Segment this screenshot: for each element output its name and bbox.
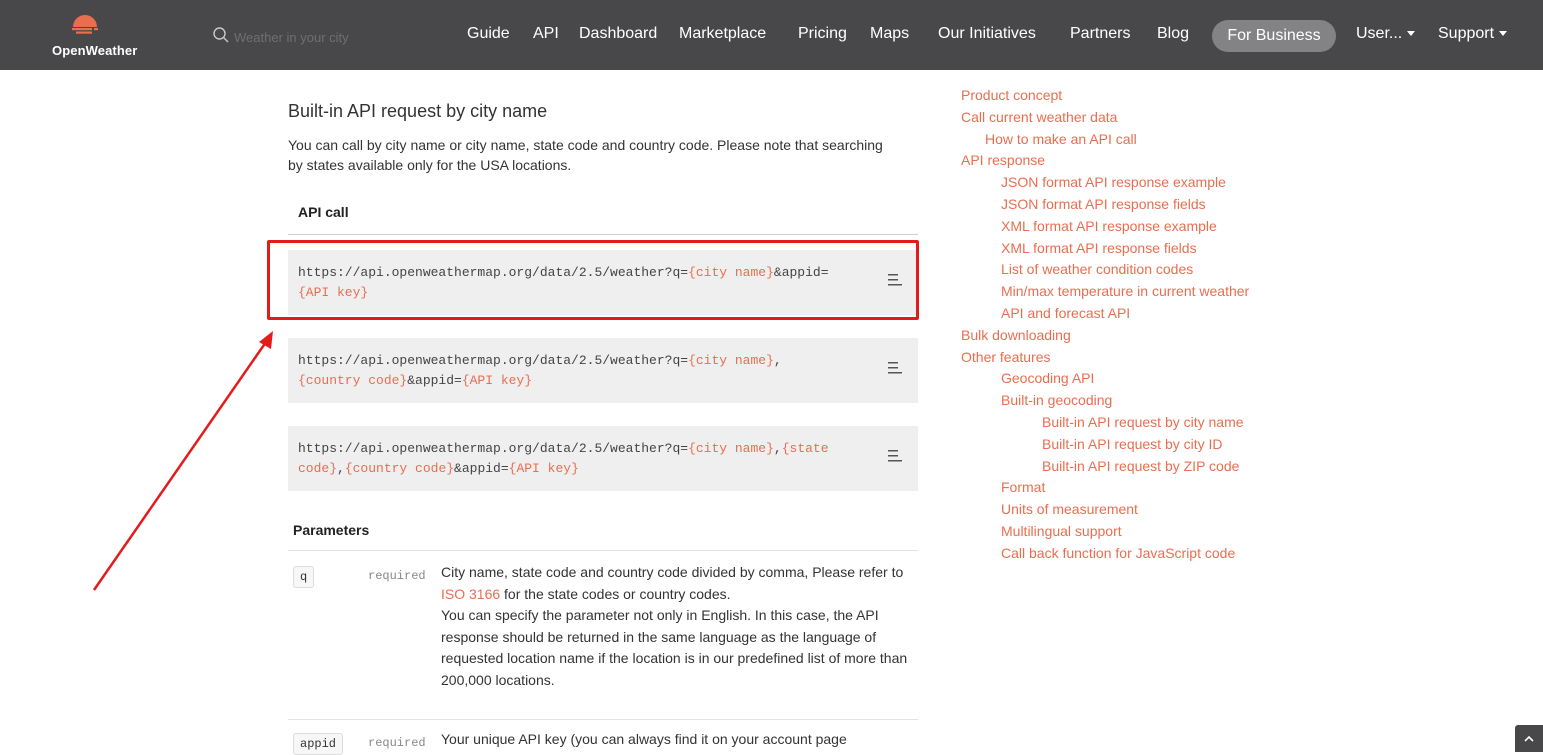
toc-link[interactable]: Multilingual support <box>1001 523 1122 539</box>
logo-wordmark: OpenWeather <box>52 43 138 58</box>
support-menu[interactable]: Support <box>1438 25 1508 43</box>
param-desc-text: City name, state code and country code d… <box>441 564 904 580</box>
code-placeholder: {API key} <box>461 373 533 388</box>
code-literal: https://api.openweathermap.org/data/2.5/… <box>298 353 689 368</box>
for-business-button[interactable]: For Business <box>1212 20 1336 52</box>
nav-guide[interactable]: Guide <box>467 25 510 43</box>
param-name-badge: q <box>293 566 315 588</box>
divider <box>288 719 918 720</box>
code-literal: , <box>337 461 345 476</box>
toc-link[interactable]: Units of measurement <box>1001 501 1138 517</box>
param-required-label: required <box>368 736 426 750</box>
nav-partners[interactable]: Partners <box>1070 25 1130 43</box>
toc-link[interactable]: Product concept <box>961 87 1062 103</box>
param-description: City name, state code and country code d… <box>441 562 911 691</box>
sun-logo-icon <box>72 15 98 34</box>
nav-marketplace[interactable]: Marketplace <box>679 25 766 43</box>
support-menu-label: Support <box>1438 25 1495 42</box>
toc-link[interactable]: List of weather condition codes <box>1001 261 1193 277</box>
toc-link[interactable]: Format <box>1001 479 1045 495</box>
code-placeholder: {city name} <box>688 441 774 456</box>
param-desc-text: Your unique API key (you can always find… <box>441 731 847 747</box>
code-snippet[interactable]: https://api.openweathermap.org/data/2.5/… <box>298 439 838 479</box>
user-menu[interactable]: User... <box>1356 25 1416 43</box>
nav-our-initiatives[interactable]: Our Initiatives <box>938 25 1036 43</box>
toc-link[interactable]: Built-in geocoding <box>1001 392 1112 408</box>
toc-link[interactable]: XML format API response example <box>1001 218 1217 234</box>
toc-link[interactable]: XML format API response fields <box>1001 240 1197 256</box>
copy-icon[interactable] <box>888 362 902 374</box>
toc-link[interactable]: Built-in API request by city name <box>1042 414 1244 430</box>
toc-link[interactable]: Built-in API request by ZIP code <box>1042 458 1239 474</box>
divider <box>288 234 918 235</box>
code-placeholder: {country code} <box>344 461 455 476</box>
nav-blog[interactable]: Blog <box>1157 25 1189 43</box>
param-desc-text: You can specify the parameter not only i… <box>441 607 908 688</box>
toc-link[interactable]: Geocoding API <box>1001 370 1094 386</box>
toc-link[interactable]: How to make an API call <box>985 131 1137 147</box>
code-literal: &appid= <box>454 461 509 476</box>
copy-icon[interactable] <box>888 450 902 462</box>
param-description: Your unique API key (you can always find… <box>441 729 911 751</box>
code-literal: https://api.openweathermap.org/data/2.5/… <box>298 441 689 456</box>
code-placeholder: {city name} <box>688 353 774 368</box>
iso-3166-link[interactable]: ISO 3166 <box>441 586 500 602</box>
chevron-down-icon <box>1407 31 1416 37</box>
code-block: https://api.openweathermap.org/data/2.5/… <box>288 338 918 403</box>
api-call-heading: API call <box>298 204 349 220</box>
chevron-down-icon <box>1499 31 1508 37</box>
parameters-heading: Parameters <box>293 522 370 538</box>
param-required-label: required <box>368 569 426 583</box>
chevron-up-icon <box>1524 735 1534 742</box>
nav-api[interactable]: API <box>533 25 559 43</box>
toc-link[interactable]: Built-in API request by city ID <box>1042 436 1223 452</box>
toc-link[interactable]: Other features <box>961 349 1051 365</box>
toc-link[interactable]: API and forecast API <box>1001 305 1130 321</box>
toc-link[interactable]: Min/max temperature in current weather <box>1001 283 1249 299</box>
openweather-logo[interactable]: OpenWeather <box>50 13 150 59</box>
annotation-highlight-box <box>267 240 919 320</box>
nav-pricing[interactable]: Pricing <box>798 25 847 43</box>
toc-link[interactable]: JSON format API response example <box>1001 174 1226 190</box>
code-placeholder: {API key} <box>508 461 579 476</box>
intro-paragraph: You can call by city name or city name, … <box>288 137 883 173</box>
code-snippet[interactable]: https://api.openweathermap.org/data/2.5/… <box>298 351 838 391</box>
toc-link[interactable]: Call back function for JavaScript code <box>1001 545 1235 561</box>
page-title: Built-in API request by city name <box>288 101 548 121</box>
toc-link[interactable]: Call current weather data <box>961 109 1117 125</box>
toc-link[interactable]: API response <box>961 152 1045 168</box>
param-desc-text: for the state codes or country codes. <box>500 585 731 602</box>
toc-link[interactable]: Bulk downloading <box>961 327 1071 343</box>
code-literal: , <box>773 441 782 456</box>
toc-link[interactable]: JSON format API response fields <box>1001 196 1206 212</box>
search-input[interactable] <box>232 25 426 49</box>
search-icon <box>213 27 229 43</box>
scroll-to-top-button[interactable] <box>1515 725 1543 752</box>
code-literal: &appid= <box>407 373 462 388</box>
code-block: https://api.openweathermap.org/data/2.5/… <box>288 426 918 491</box>
top-navbar: OpenWeather Guide API Dashboard Marketpl… <box>0 0 1543 70</box>
divider <box>288 550 918 551</box>
code-placeholder: {country code} <box>298 373 408 388</box>
code-literal: , <box>773 353 782 368</box>
nav-maps[interactable]: Maps <box>870 25 909 43</box>
nav-dashboard[interactable]: Dashboard <box>579 25 657 43</box>
user-menu-label: User... <box>1356 25 1403 42</box>
